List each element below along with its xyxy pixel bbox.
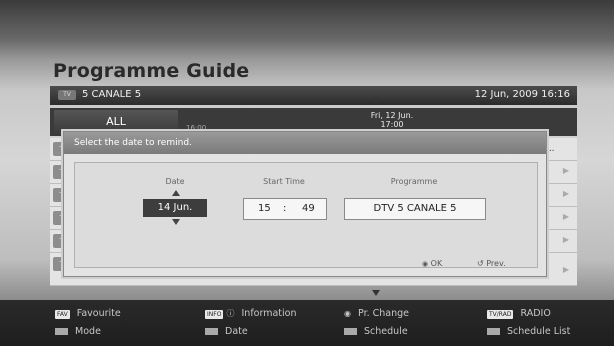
green-key-icon bbox=[205, 328, 218, 335]
start-time-field[interactable]: 15 : 49 bbox=[243, 198, 327, 220]
schedule-key-hint[interactable]: Schedule bbox=[344, 326, 408, 337]
start-time-label: Start Time bbox=[263, 177, 305, 186]
dialog-header: Select the date to remind. bbox=[64, 132, 546, 154]
ok-hint[interactable]: ◉ OK bbox=[422, 259, 442, 268]
programme-label: Programme bbox=[390, 177, 438, 186]
page-title: Programme Guide bbox=[53, 60, 250, 82]
info-circle-icon: ⓘ bbox=[226, 309, 235, 318]
time-slot-next: 17:00 bbox=[380, 120, 404, 129]
tv-radio-key-icon: TV/RAD bbox=[487, 310, 514, 319]
scroll-down-arrow-icon[interactable] bbox=[372, 290, 380, 296]
fav-key-icon: FAV bbox=[55, 310, 70, 319]
back-icon: ↺ bbox=[477, 259, 484, 268]
reminder-dialog: Select the date to remind. Date 14 Jun. … bbox=[63, 131, 547, 277]
schedule-list-key-hint[interactable]: Schedule List bbox=[487, 326, 570, 337]
hour-value[interactable]: 15 bbox=[258, 199, 271, 219]
programme-change-hint[interactable]: ◉ Pr. Change bbox=[344, 308, 409, 319]
date-key-hint[interactable]: Date bbox=[205, 326, 248, 337]
date-label: Date bbox=[165, 177, 185, 186]
favourite-key-hint[interactable]: FAV Favourite bbox=[55, 308, 121, 319]
date-down-arrow-icon[interactable] bbox=[172, 219, 180, 225]
minute-value[interactable]: 49 bbox=[302, 199, 315, 219]
information-label: Information bbox=[241, 308, 297, 319]
date-key-label: Date bbox=[225, 326, 248, 337]
list-date-label: Fri, 12 Jun. bbox=[370, 111, 414, 120]
prev-hint[interactable]: ↺ Prev. bbox=[477, 259, 506, 268]
red-key-icon bbox=[55, 328, 68, 335]
chevron-right-icon: ▶ bbox=[562, 265, 569, 274]
ok-button-icon: ◉ bbox=[422, 260, 429, 268]
date-up-arrow-icon[interactable] bbox=[172, 190, 180, 196]
current-channel: 5 CANALE 5 bbox=[82, 89, 142, 100]
favourite-label: Favourite bbox=[76, 308, 121, 319]
mode-key-hint[interactable]: Mode bbox=[55, 326, 101, 337]
pr-change-label: Pr. Change bbox=[358, 308, 410, 319]
list-date: Fri, 12 Jun. 17:00 bbox=[352, 111, 432, 129]
radio-label: RADIO bbox=[520, 308, 551, 319]
chevron-right-icon: ▶ bbox=[562, 235, 569, 244]
schedule-label: Schedule bbox=[364, 326, 408, 337]
dialog-body: Date 14 Jun. Start Time 15 : 49 Programm… bbox=[74, 162, 538, 268]
key-guide-footer: FAV Favourite INFO ⓘ Information ◉ Pr. C… bbox=[0, 300, 614, 346]
time-colon: : bbox=[283, 203, 287, 214]
chevron-right-icon: ▶ bbox=[562, 212, 569, 221]
tv-icon: TV bbox=[58, 90, 76, 100]
scroll-up-arrow-icon[interactable] bbox=[372, 97, 380, 103]
date-selector[interactable]: 14 Jun. bbox=[143, 199, 207, 217]
schedule-list-label: Schedule List bbox=[507, 326, 571, 337]
yellow-key-icon bbox=[344, 328, 357, 335]
radio-key-hint[interactable]: TV/RAD RADIO bbox=[487, 308, 551, 319]
ok-button-icon: ◉ bbox=[344, 309, 351, 318]
blue-key-icon bbox=[487, 328, 500, 335]
programme-field[interactable]: DTV 5 CANALE 5 bbox=[344, 198, 486, 220]
information-key-hint[interactable]: INFO ⓘ Information bbox=[205, 308, 297, 319]
info-key-icon: INFO bbox=[205, 310, 224, 319]
ok-label: OK bbox=[430, 259, 443, 268]
chevron-right-icon: ▶ bbox=[562, 166, 569, 175]
mode-label: Mode bbox=[75, 326, 101, 337]
current-datetime: 12 Jun, 2009 16:16 bbox=[474, 89, 570, 100]
prev-label: Prev. bbox=[486, 259, 506, 268]
channel-bar: TV 5 CANALE 5 12 Jun, 2009 16:16 bbox=[50, 86, 577, 105]
chevron-right-icon: ▶ bbox=[562, 189, 569, 198]
